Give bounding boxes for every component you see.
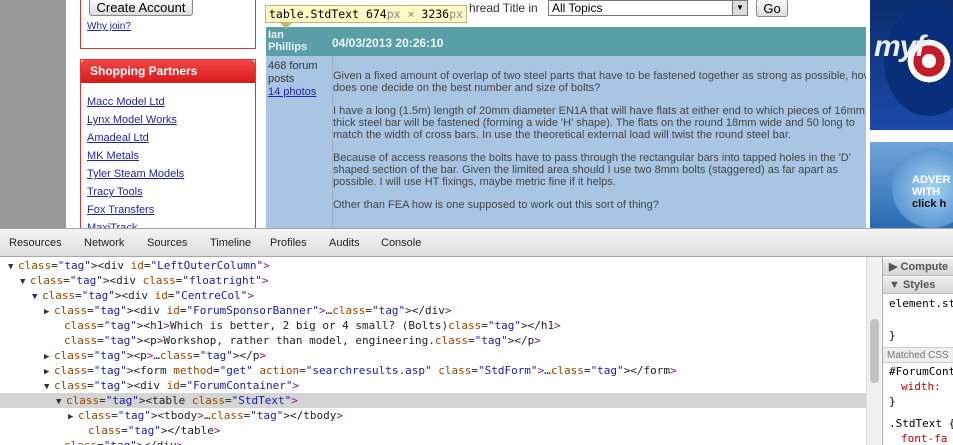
partner-link[interactable]: Amadeal Ltd: [87, 129, 255, 147]
dom-node-markup: class="tag"><div id="LeftOuterColumn">: [18, 259, 270, 272]
computed-style-header[interactable]: ▶ Compute: [883, 259, 953, 276]
width-property[interactable]: width:: [901, 380, 941, 393]
post-date: 04/03/2013 20:26:10: [332, 36, 444, 50]
dom-node-markup: class="tag"></div>: [64, 439, 183, 445]
dom-node-markup: class="tag"></table>: [88, 424, 221, 437]
font-family-property[interactable]: font-fa: [901, 432, 947, 445]
partner-link[interactable]: Lynx Model Works: [87, 111, 255, 129]
thread-title-label: hread Title in: [469, 1, 538, 15]
rule-close: }: [889, 395, 896, 408]
web-page-viewport: Create Account Why join? Shopping Partne…: [0, 0, 953, 228]
devtools-tab[interactable]: Audits: [329, 237, 360, 249]
ad-line-3: click h: [912, 198, 947, 210]
styles-sidebar: ▶ Compute ▼ Styles element.st } Matched …: [882, 257, 953, 445]
chevron-down-icon: ▼: [732, 1, 747, 15]
join-box: Create Account Why join?: [80, 0, 256, 49]
elements-tree: ▼ class="tag"><div id="LeftOuterColumn"> ▼…: [0, 257, 881, 445]
dom-node-markup: class="tag"><p>…class="tag"></p>: [54, 349, 266, 362]
dom-node[interactable]: ▼ class="tag"><div id="CentreCol">: [0, 288, 866, 303]
tooltip-tail: [280, 23, 292, 29]
forum-area: hread Title in All Topics ▼ Go Ian Phill…: [262, 0, 868, 228]
forum-post: Ian Phillips 04/03/2013 20:26:10 468 for…: [266, 27, 866, 228]
elements-scrollbar[interactable]: [866, 257, 881, 445]
tooltip-selector: table.StdText: [269, 7, 360, 21]
element-style-rule[interactable]: element.st: [889, 297, 953, 310]
partner-list: Macc Model Ltd Lynx Model Works Amadeal Lt…: [81, 83, 255, 228]
tooltip-unit: px: [386, 7, 401, 21]
post-author[interactable]: Ian Phillips: [268, 29, 326, 53]
dom-node-markup: class="tag"><h1>Which is better, 2 big o…: [64, 319, 561, 332]
dom-node-selected[interactable]: ▼ class="tag"><table class="StdText">: [0, 393, 866, 408]
devtools-tab[interactable]: Profiles: [270, 237, 307, 249]
ad-logo: myf: [874, 30, 925, 63]
tooltip-width: 674: [365, 7, 387, 21]
stdtext-rule[interactable]: .StdText {: [889, 417, 953, 430]
go-button[interactable]: Go: [756, 0, 788, 17]
dom-node-markup: class="tag"><form method="get" action="s…: [54, 364, 677, 377]
dom-node-markup: class="tag"><table class="StdText">: [66, 394, 298, 407]
partner-link[interactable]: MK Metals: [87, 147, 255, 165]
partner-link[interactable]: Macc Model Ltd: [87, 93, 255, 111]
dom-node[interactable]: ▼ class="tag"><div id="ForumContainer">: [0, 378, 866, 393]
post-header: Ian Phillips 04/03/2013 20:26:10: [266, 27, 866, 56]
devtools-tab[interactable]: Network: [84, 237, 124, 249]
tooltip-height: 3236: [421, 7, 450, 21]
author-info: 468 forum posts 14 photos: [266, 56, 328, 228]
dom-node[interactable]: ▶ class="tag"><p>…class="tag"></p>: [0, 348, 866, 363]
matched-css-header: Matched CSS: [883, 347, 953, 363]
devtools-panel: Resources Network Sources Timeline Profiles A…: [0, 228, 953, 445]
dom-node-markup: class="tag"><p>Workshop, rather than mod…: [64, 334, 541, 347]
post-paragraph: Because of access reasons the bolts have…: [333, 152, 851, 188]
devtools-toolbar: Resources Network Sources Timeline Profiles A…: [0, 229, 953, 257]
devtools-tab[interactable]: Timeline: [210, 237, 251, 249]
create-account-button[interactable]: Create Account: [89, 0, 193, 16]
forum-container-rule[interactable]: #ForumCont: [889, 365, 953, 378]
devtools-tab[interactable]: Console: [381, 237, 421, 249]
post-paragraph: I have a long (1.5m) length of 20mm diam…: [333, 105, 865, 141]
devtools-tab[interactable]: Resources: [9, 237, 62, 249]
element-style-close: }: [889, 329, 896, 342]
dom-node-markup: class="tag"><div class="floatright">: [30, 274, 269, 287]
why-join-link[interactable]: Why join?: [87, 21, 131, 32]
ad-line-1: ADVER: [912, 174, 951, 186]
shopping-partners-box: Shopping Partners Macc Model Ltd Lynx Mod…: [80, 59, 256, 228]
dom-node[interactable]: class="tag"></table>: [0, 423, 866, 438]
partner-link[interactable]: MaxiTrack: [87, 219, 255, 228]
dom-node[interactable]: ▼ class="tag"><div class="floatright">: [0, 273, 866, 288]
post-paragraph: Other than FEA how is one supposed to wo…: [333, 199, 659, 211]
ad-line-2: WITH: [912, 186, 941, 198]
dom-node[interactable]: ▼ class="tag"><div id="LeftOuterColumn">: [0, 258, 866, 273]
dom-node[interactable]: ▶ class="tag"><tbody>…class="tag"></tbody…: [0, 408, 866, 423]
left-column: Create Account Why join? Shopping Partne…: [80, 0, 256, 228]
ad-text: ADVER WITH click h: [912, 174, 951, 210]
partner-link[interactable]: Tyler Steam Models: [87, 165, 255, 183]
dom-node[interactable]: class="tag"><h1>Which is better, 2 big o…: [0, 318, 866, 333]
devtools-tab[interactable]: Sources: [147, 237, 187, 249]
partner-link[interactable]: Tracy Tools: [87, 183, 255, 201]
dom-node[interactable]: class="tag"><p>Workshop, rather than mod…: [0, 333, 866, 348]
scrollbar-thumb[interactable]: [870, 319, 879, 383]
dom-node[interactable]: ▶ class="tag"><form method="get" action="…: [0, 363, 866, 378]
dom-node[interactable]: ▶ class="tag"><div id="ForumSponsorBanner…: [0, 303, 866, 318]
post-paragraph: Given a fixed amount of overlap of two s…: [333, 70, 866, 94]
advert-banner[interactable]: myf ADVER WITH click h: [870, 0, 953, 228]
dom-node-markup: class="tag"><div id="ForumContainer">: [54, 379, 300, 392]
photos-link[interactable]: 14 photos: [268, 86, 316, 98]
post-body: Given a fixed amount of overlap of two s…: [332, 56, 866, 228]
tooltip-unit-2: px: [449, 7, 463, 21]
topic-select-value: All Topics: [552, 1, 603, 15]
shopping-partners-title: Shopping Partners: [81, 60, 255, 83]
partner-link[interactable]: Fox Transfers: [87, 201, 255, 219]
dom-node-markup: class="tag"><tbody>…class="tag"></tbody>: [78, 409, 343, 422]
dom-node-markup: class="tag"><div id="CentreCol">: [42, 289, 254, 302]
tooltip-times: ×: [407, 7, 415, 21]
post-count: 468 forum posts: [268, 60, 318, 85]
styles-header[interactable]: ▼ Styles: [883, 277, 953, 294]
dom-node-markup: class="tag"><div id="ForumSponsorBanner"…: [54, 304, 452, 317]
element-inspector-tooltip: table.StdText 674px × 3236px: [265, 5, 467, 29]
topic-select[interactable]: All Topics ▼: [548, 0, 748, 16]
